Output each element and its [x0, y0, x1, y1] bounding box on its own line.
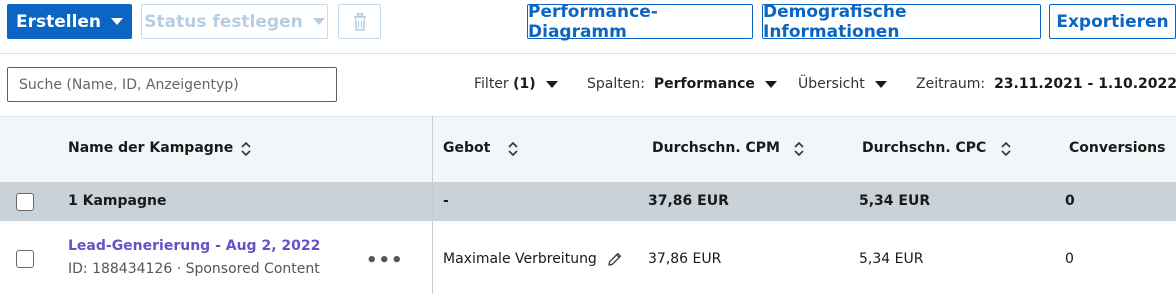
toolbar: Erstellen Status festlegen Performance-D… [0, 0, 1176, 54]
select-all-checkbox[interactable] [16, 193, 34, 211]
filter-label: Filter [474, 76, 509, 92]
column-header-conversions[interactable]: Conversions [1069, 140, 1165, 156]
summary-cpm: 37,86 EUR [648, 193, 729, 209]
delete-button[interactable] [338, 4, 381, 39]
sort-icon[interactable] [240, 140, 252, 158]
column-header-name[interactable]: Name der Kampagne [68, 140, 233, 156]
column-header-cpc[interactable]: Durchschn. CPC [862, 140, 986, 156]
demographics-button[interactable]: Demografische Informationen [762, 2, 1041, 42]
sort-icon[interactable] [507, 140, 519, 158]
period-value: 23.11.2021 - 1.10.2022 [994, 76, 1176, 92]
export-button[interactable]: Exportieren [1049, 4, 1176, 39]
columns-label: Spalten: [587, 76, 645, 92]
columns-dropdown[interactable]: Spalten: Performance [587, 76, 777, 92]
row-bid: Maximale Verbreitung [443, 251, 623, 267]
campaign-meta: ID: 188434126 · Sponsored Content [68, 261, 320, 277]
overview-dropdown[interactable]: Übersicht [798, 76, 887, 92]
caret-down-icon [545, 80, 558, 88]
sort-icon[interactable] [1000, 140, 1012, 158]
row-cpm: 37,86 EUR [648, 251, 722, 267]
caret-down-icon [111, 18, 124, 25]
summary-conversions: 0 [1065, 193, 1075, 209]
row-conversions: 0 [1065, 251, 1074, 267]
summary-cpc: 5,34 EUR [859, 193, 931, 209]
column-divider [432, 116, 433, 294]
filter-dropdown[interactable]: Filter (1) [474, 76, 558, 92]
caret-down-icon [874, 80, 887, 88]
summary-name: 1 Kampagne [68, 193, 167, 209]
columns-value: Performance [653, 76, 755, 92]
caret-down-icon [764, 80, 777, 88]
performance-chart-button[interactable]: Performance-Diagramm [527, 2, 753, 42]
trash-icon [353, 12, 366, 31]
caret-down-icon [312, 18, 325, 25]
sort-icon[interactable] [793, 140, 805, 158]
search-input[interactable]: Suche (Name, ID, Anzeigentyp) [7, 67, 337, 102]
create-button-label: Erstellen [15, 11, 102, 32]
campaign-name-link[interactable]: Lead-Generierung - Aug 2, 2022 [68, 238, 320, 254]
set-status-label: Status festlegen [144, 11, 303, 32]
column-header-cpm[interactable]: Durchschn. CPM [652, 140, 780, 156]
summary-bid: - [443, 193, 449, 209]
edit-pencil-icon[interactable] [607, 251, 623, 267]
row-checkbox[interactable] [16, 250, 34, 268]
filter-count: (1) [513, 76, 536, 92]
more-actions-icon[interactable]: ••• [366, 250, 404, 271]
create-button[interactable]: Erstellen [7, 4, 132, 39]
bid-value: Maximale Verbreitung [443, 251, 597, 267]
column-header-bid[interactable]: Gebot [443, 140, 490, 156]
row-cpc: 5,34 EUR [859, 251, 924, 267]
date-range-dropdown[interactable]: Zeitraum: 23.11.2021 - 1.10.2022 [916, 76, 1176, 92]
summary-row [0, 182, 1176, 221]
overview-label: Übersicht [798, 76, 865, 92]
set-status-button[interactable]: Status festlegen [141, 4, 328, 39]
period-label: Zeitraum: [916, 76, 986, 92]
